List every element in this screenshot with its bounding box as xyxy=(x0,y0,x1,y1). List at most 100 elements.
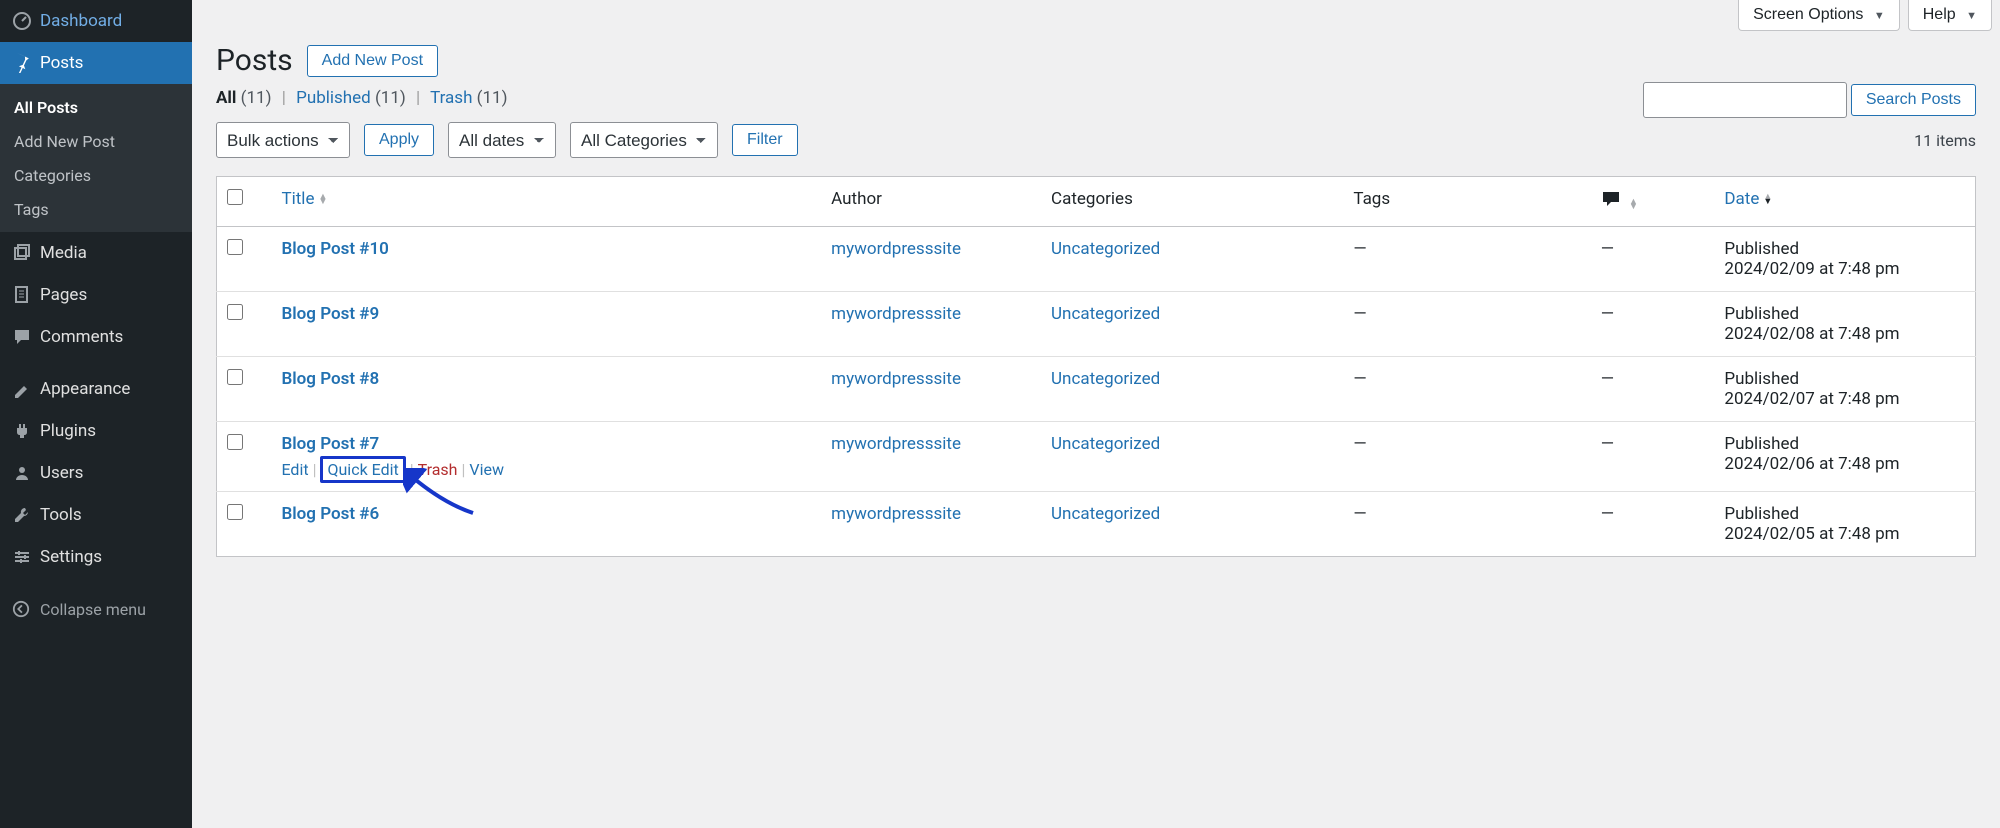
author-link[interactable]: mywordpresssite xyxy=(831,369,961,389)
date-status: Published xyxy=(1724,434,1965,454)
post-title-link[interactable]: Blog Post #10 xyxy=(281,239,388,259)
tags-value: — xyxy=(1353,434,1366,454)
menu-label: Pages xyxy=(40,285,87,305)
screen-options-label: Screen Options xyxy=(1753,6,1863,23)
date-timestamp: 2024/02/08 at 7:48 pm xyxy=(1724,324,1965,344)
comments-value: — xyxy=(1601,239,1614,259)
collapse-icon xyxy=(12,600,40,618)
date-status: Published xyxy=(1724,504,1965,524)
submenu-tags[interactable]: Tags xyxy=(0,192,192,226)
category-link[interactable]: Uncategorized xyxy=(1051,504,1160,524)
menu-label: Dashboard xyxy=(40,11,122,31)
items-count: 11 items xyxy=(1914,131,1976,150)
column-comments[interactable]: ▲▼ xyxy=(1591,177,1715,227)
search-posts-button[interactable]: Search Posts xyxy=(1851,84,1976,116)
users-icon xyxy=(12,463,40,483)
page-title: Posts xyxy=(216,43,293,78)
category-link[interactable]: Uncategorized xyxy=(1051,434,1160,454)
apply-button[interactable]: Apply xyxy=(364,124,434,156)
table-row: Blog Post #6 mywordpresssite Uncategorized… xyxy=(217,492,1976,557)
plugins-icon xyxy=(12,421,40,441)
sort-icon: ▲▼ xyxy=(318,195,327,205)
author-link[interactable]: mywordpresssite xyxy=(831,434,961,454)
author-link[interactable]: mywordpresssite xyxy=(831,304,961,324)
comments-icon xyxy=(12,327,40,347)
sidebar-item-plugins[interactable]: Plugins xyxy=(0,410,192,452)
category-filter-select[interactable]: All Categories xyxy=(570,122,718,158)
collapse-menu[interactable]: Collapse menu xyxy=(0,588,192,630)
add-new-post-button[interactable]: Add New Post xyxy=(307,45,438,77)
posts-submenu: All Posts Add New Post Categories Tags xyxy=(0,84,192,232)
view-link[interactable]: View xyxy=(469,460,504,479)
column-author: Author xyxy=(821,177,1041,227)
sidebar-item-settings[interactable]: Settings xyxy=(0,536,192,578)
date-filter-select[interactable]: All dates xyxy=(448,122,556,158)
date-status: Published xyxy=(1724,304,1965,324)
row-checkbox[interactable] xyxy=(227,504,243,520)
help-label: Help xyxy=(1923,6,1956,23)
submenu-all-posts[interactable]: All Posts xyxy=(0,90,192,124)
menu-label: Comments xyxy=(40,327,123,347)
date-timestamp: 2024/02/09 at 7:48 pm xyxy=(1724,259,1965,279)
quick-edit-link[interactable]: Quick Edit xyxy=(320,456,405,483)
media-icon xyxy=(12,243,40,263)
tags-value: — xyxy=(1353,369,1366,389)
category-link[interactable]: Uncategorized xyxy=(1051,369,1160,389)
menu-label: Users xyxy=(40,463,83,483)
post-title-link[interactable]: Blog Post #8 xyxy=(281,369,379,389)
filter-trash-count: (11) xyxy=(477,88,508,108)
search-input[interactable] xyxy=(1643,82,1847,118)
sidebar-item-media[interactable]: Media xyxy=(0,232,192,274)
admin-sidebar: Dashboard Posts All Posts Add New Post C… xyxy=(0,0,192,828)
select-all-checkbox[interactable] xyxy=(227,189,243,205)
column-categories: Categories xyxy=(1041,177,1343,227)
table-row: Blog Post #8 mywordpresssite Uncategorized… xyxy=(217,357,1976,422)
row-checkbox[interactable] xyxy=(227,304,243,320)
filter-trash[interactable]: Trash xyxy=(430,88,472,108)
table-row: Blog Post #10 mywordpresssite Uncategorize… xyxy=(217,227,1976,292)
column-title[interactable]: Title▲▼ xyxy=(271,177,821,227)
caret-down-icon: ▼ xyxy=(1874,10,1885,22)
menu-label: Media xyxy=(40,243,87,263)
menu-label: Posts xyxy=(40,53,83,73)
author-link[interactable]: mywordpresssite xyxy=(831,239,961,259)
bulk-actions-select[interactable]: Bulk actions xyxy=(216,122,350,158)
table-row: Blog Post #9 mywordpresssite Uncategorized… xyxy=(217,292,1976,357)
sidebar-item-appearance[interactable]: Appearance xyxy=(0,368,192,410)
column-tags: Tags xyxy=(1343,177,1590,227)
settings-icon xyxy=(12,547,40,567)
submenu-add-new-post[interactable]: Add New Post xyxy=(0,124,192,158)
filter-published-count: (11) xyxy=(375,88,406,108)
column-date[interactable]: Date▲▼ xyxy=(1714,177,1975,227)
post-title-link[interactable]: Blog Post #6 xyxy=(281,504,379,524)
row-checkbox[interactable] xyxy=(227,369,243,385)
category-link[interactable]: Uncategorized xyxy=(1051,304,1160,324)
screen-options-button[interactable]: Screen Options ▼ xyxy=(1738,0,1900,31)
post-title-link[interactable]: Blog Post #9 xyxy=(281,304,379,324)
sidebar-item-users[interactable]: Users xyxy=(0,452,192,494)
appearance-icon xyxy=(12,379,40,399)
row-checkbox[interactable] xyxy=(227,434,243,450)
filter-all-count: (11) xyxy=(241,88,272,108)
sidebar-item-posts[interactable]: Posts xyxy=(0,42,192,84)
category-link[interactable]: Uncategorized xyxy=(1051,239,1160,259)
sidebar-item-tools[interactable]: Tools xyxy=(0,494,192,536)
date-timestamp: 2024/02/05 at 7:48 pm xyxy=(1724,524,1965,544)
screen-meta: Screen Options ▼ Help ▼ xyxy=(192,0,2000,31)
filter-published[interactable]: Published xyxy=(296,88,371,108)
tags-value: — xyxy=(1353,304,1366,324)
trash-link[interactable]: Trash xyxy=(418,460,458,479)
help-button[interactable]: Help ▼ xyxy=(1908,0,1992,31)
author-link[interactable]: mywordpresssite xyxy=(831,504,961,524)
filter-button[interactable]: Filter xyxy=(732,124,798,156)
filter-all[interactable]: All xyxy=(216,88,236,108)
comments-value: — xyxy=(1601,504,1614,524)
sidebar-item-comments[interactable]: Comments xyxy=(0,316,192,358)
sidebar-item-dashboard[interactable]: Dashboard xyxy=(0,0,192,42)
date-status: Published xyxy=(1724,369,1965,389)
row-checkbox[interactable] xyxy=(227,239,243,255)
submenu-categories[interactable]: Categories xyxy=(0,158,192,192)
sidebar-item-pages[interactable]: Pages xyxy=(0,274,192,316)
post-title-link[interactable]: Blog Post #7 xyxy=(281,434,379,454)
edit-link[interactable]: Edit xyxy=(281,460,308,479)
